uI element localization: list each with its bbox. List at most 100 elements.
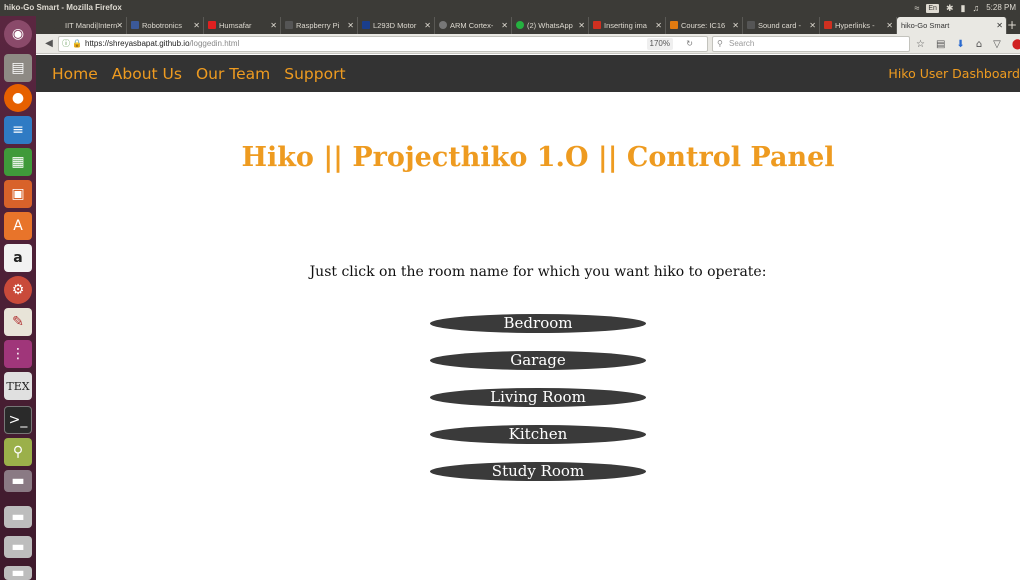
wifi-icon[interactable]: ≈ [914, 0, 919, 16]
browser-tab[interactable]: ARM Cortex- ✕ [435, 17, 512, 34]
url-text: https://shreyasbapat.github.io/loggedin.… [85, 37, 239, 51]
app-icon[interactable]: ⋮ [4, 340, 32, 368]
os-top-bar: hiko-Go Smart - Mozilla Firefox ≈ En ✱ ▮… [0, 0, 1020, 16]
search-app-icon[interactable]: ⚲ [4, 438, 32, 466]
clock[interactable]: 5:28 PM [986, 0, 1016, 16]
browser-tab[interactable]: L293D Motor ✕ [358, 17, 435, 34]
tab-label: Sound card - [758, 21, 801, 30]
tab-favicon-icon [362, 21, 370, 29]
url-host: https://shreyasbapat.github.io [85, 39, 190, 48]
adblock-icon[interactable]: ⬤ [1012, 39, 1020, 50]
tab-label: (2) WhatsApp [527, 21, 573, 30]
browser-tab-active[interactable]: hiko-Go Smart ✕ [897, 17, 1007, 34]
site-header: Home About Us Our Team Support Hiko User… [36, 55, 1020, 92]
download-icon[interactable]: ⬇ [956, 39, 964, 50]
room-button-study-room[interactable]: Study Room [430, 462, 646, 481]
browser-tab[interactable]: Hyperlinks - ✕ [820, 17, 897, 34]
room-button-kitchen[interactable]: Kitchen [430, 425, 646, 444]
browser-tab[interactable]: Humsafar ✕ [204, 17, 281, 34]
tab-favicon-icon [824, 21, 832, 29]
reading-list-icon[interactable]: ▤ [936, 39, 945, 50]
tab-close-icon[interactable]: ✕ [809, 17, 816, 34]
tab-label: Hyperlinks - [835, 21, 875, 30]
ubuntu-dash-icon[interactable]: ◉ [4, 20, 32, 48]
text-editor-icon[interactable]: ✎ [4, 308, 32, 336]
tab-close-icon[interactable]: ✕ [193, 17, 200, 34]
impress-icon[interactable]: ▣ [4, 180, 32, 208]
tab-close-icon[interactable]: ✕ [732, 17, 739, 34]
tab-label: ARM Cortex- [450, 21, 494, 30]
back-button[interactable]: ◀ [42, 37, 56, 51]
tab-favicon-icon [131, 21, 139, 29]
battery-icon[interactable]: ▮ [961, 0, 966, 16]
tab-favicon-icon [593, 21, 601, 29]
browser-navbar: ◀ ⓘ 🔒 https://shreyasbapat.github.io/log… [36, 34, 1020, 54]
bookmark-star-icon[interactable]: ☆ [916, 39, 925, 50]
zoom-indicator[interactable]: 170% [646, 38, 673, 50]
room-button-bedroom[interactable]: Bedroom [430, 314, 646, 333]
new-tab-button[interactable]: + [1006, 16, 1018, 34]
tab-favicon-icon [208, 21, 216, 29]
home-icon[interactable]: ⌂ [976, 39, 982, 50]
tab-strip: IIT Mandi|Intern ✕ Robotronics ✕ Humsafar ✕… [36, 16, 1020, 34]
tab-close-icon[interactable]: ✕ [116, 17, 123, 34]
terminal-icon[interactable]: >_ [4, 406, 32, 434]
room-button-garage[interactable]: Garage [430, 351, 646, 370]
tab-favicon-icon [285, 21, 293, 29]
browser-tab[interactable]: Sound card - ✕ [743, 17, 820, 34]
tab-favicon-icon [54, 21, 62, 29]
bluetooth-icon[interactable]: ✱ [946, 0, 954, 16]
amazon-icon[interactable]: a [4, 244, 32, 272]
browser-tab[interactable]: Course: IC16 ✕ [666, 17, 743, 34]
firefox-icon[interactable]: ● [4, 84, 32, 112]
nav-home-link[interactable]: Home [52, 65, 98, 83]
tab-close-icon[interactable]: ✕ [996, 17, 1003, 34]
launcher: ◉ ▤ ● ≡ ▦ ▣ A a ⚙ ✎ ⋮ TEX >_ ⚲ ▬ ▬ ▬ ▬ [0, 16, 36, 580]
instruction-text: Just click on the room name for which yo… [309, 264, 767, 280]
settings-icon[interactable]: ⚙ [4, 276, 32, 304]
volume-icon[interactable]: ♫ [972, 0, 979, 16]
tab-close-icon[interactable]: ✕ [347, 17, 354, 34]
keyboard-indicator[interactable]: En [926, 3, 939, 13]
tab-label: Humsafar [219, 21, 252, 30]
url-bar[interactable]: ⓘ 🔒 https://shreyasbapat.github.io/logge… [58, 36, 708, 52]
calc-icon[interactable]: ▦ [4, 148, 32, 176]
tab-close-icon[interactable]: ✕ [578, 17, 585, 34]
drive-icon[interactable]: ▬ [4, 536, 32, 558]
page-title: Hiko || Projecthiko 1.O || Control Panel [241, 142, 835, 173]
drive-icon[interactable]: ▬ [4, 506, 32, 528]
software-center-icon[interactable]: A [4, 212, 32, 240]
tab-close-icon[interactable]: ✕ [270, 17, 277, 34]
drive-icon[interactable]: ▬ [4, 470, 32, 492]
tab-close-icon[interactable]: ✕ [655, 17, 662, 34]
system-tray: ≈ En ✱ ▮ ♫ 5:28 PM [914, 0, 1016, 16]
tab-label: Robotronics [142, 21, 183, 30]
drive-icon[interactable]: ▬ [4, 565, 32, 580]
url-path: /loggedin.html [189, 39, 240, 48]
nav-support-link[interactable]: Support [284, 65, 345, 83]
pocket-icon[interactable]: ▽ [993, 39, 1001, 50]
tab-label: Inserting ima [604, 21, 647, 30]
files-icon[interactable]: ▤ [4, 54, 32, 82]
browser-tab[interactable]: (2) WhatsApp ✕ [512, 17, 589, 34]
texmaker-icon[interactable]: TEX [4, 372, 32, 400]
tab-close-icon[interactable]: ✕ [501, 17, 508, 34]
tab-close-icon[interactable]: ✕ [424, 17, 431, 34]
toolbar-icons: ☆ ▤ ⬇ ⌂ ▽ ⬤ ⌄ [916, 36, 1020, 52]
browser-tab[interactable]: IIT Mandi|Intern ✕ [50, 17, 127, 34]
browser-tab[interactable]: Raspberry Pi ✕ [281, 17, 358, 34]
browser-tab[interactable]: Robotronics ✕ [127, 17, 204, 34]
writer-icon[interactable]: ≡ [4, 116, 32, 144]
user-dashboard-link[interactable]: Hiko User Dashboard [888, 55, 1020, 92]
nav-team-link[interactable]: Our Team [196, 65, 270, 83]
lock-icon[interactable]: ⓘ 🔒 [62, 37, 82, 51]
search-placeholder: Search [729, 39, 755, 48]
room-button-living-room[interactable]: Living Room [430, 388, 646, 407]
nav-about-link[interactable]: About Us [112, 65, 182, 83]
browser-tab[interactable]: Inserting ima ✕ [589, 17, 666, 34]
tab-label: Course: IC16 [681, 21, 726, 30]
reload-icon[interactable]: ↻ [686, 37, 693, 51]
search-input[interactable]: ⚲ Search [712, 36, 910, 52]
window-title: hiko-Go Smart - Mozilla Firefox [4, 3, 122, 12]
tab-close-icon[interactable]: ✕ [886, 17, 893, 34]
